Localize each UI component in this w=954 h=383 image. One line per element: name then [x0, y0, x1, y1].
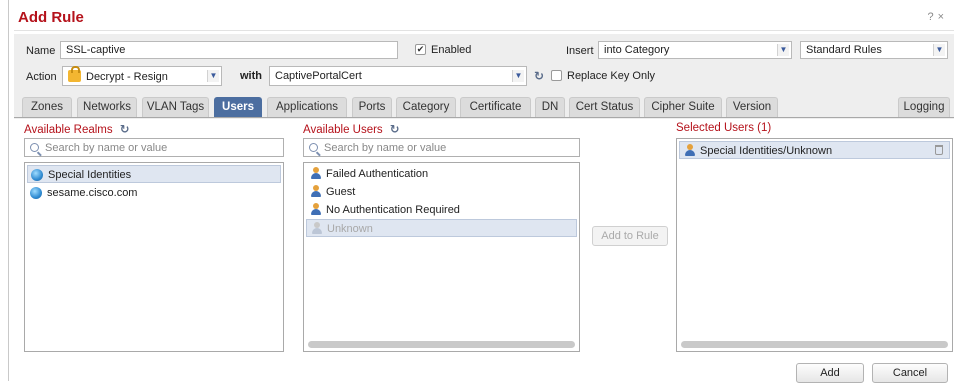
- available-users-label: Available Users: [303, 124, 383, 136]
- tab-vlan-tags[interactable]: VLAN Tags: [142, 97, 209, 117]
- tab-applications[interactable]: Applications: [267, 97, 347, 117]
- tab-networks[interactable]: Networks: [77, 97, 137, 117]
- lock-icon: [68, 66, 81, 82]
- tab-cipher-suite[interactable]: Cipher Suite: [644, 97, 722, 117]
- replace-key-checkbox[interactable]: [551, 70, 562, 81]
- refresh-icon[interactable]: ↻: [534, 69, 544, 83]
- certificate-select[interactable]: CaptivePortalCert ▼: [269, 66, 527, 86]
- dialog-title: Add Rule: [18, 9, 84, 26]
- list-item-label: No Authentication Required: [326, 204, 460, 216]
- replace-key-label: Replace Key Only: [567, 70, 656, 82]
- tab-category[interactable]: Category: [396, 97, 456, 117]
- list-item-guest[interactable]: Guest: [306, 183, 577, 201]
- available-realms-label: Available Realms: [24, 124, 113, 136]
- list-item-label: Unknown: [327, 223, 373, 235]
- realms-list: Special Identities sesame.cisco.com: [24, 162, 284, 352]
- trash-icon[interactable]: [935, 145, 943, 155]
- tab-cert-status[interactable]: Cert Status: [569, 97, 640, 117]
- horizontal-scrollbar[interactable]: [681, 341, 948, 348]
- add-to-rule-button[interactable]: Add to Rule: [592, 226, 668, 246]
- users-list: Failed Authentication Guest No Authentic…: [303, 162, 580, 352]
- cancel-button[interactable]: Cancel: [872, 363, 948, 383]
- refresh-icon[interactable]: ↻: [390, 124, 400, 136]
- name-label: Name: [26, 45, 56, 57]
- user-icon: [684, 144, 696, 157]
- list-item-no-authentication-required[interactable]: No Authentication Required: [306, 201, 577, 219]
- list-item-label: sesame.cisco.com: [47, 187, 138, 199]
- users-search-placeholder: Search by name or value: [324, 142, 447, 154]
- list-item-sesame-cisco[interactable]: sesame.cisco.com: [27, 184, 281, 202]
- tab-version[interactable]: Version: [726, 97, 778, 117]
- chevron-down-icon: ▼: [777, 44, 789, 56]
- user-icon: [311, 222, 323, 235]
- users-search-input[interactable]: Search by name or value: [303, 138, 580, 157]
- selected-users-list: Special Identities/Unknown: [676, 138, 953, 352]
- help-icon[interactable]: ?: [927, 11, 937, 23]
- tab-zones[interactable]: Zones: [22, 97, 72, 117]
- left-border: [8, 0, 9, 381]
- tab-underline: [14, 117, 954, 118]
- header-icons: ?×: [927, 11, 948, 23]
- tab-ports[interactable]: Ports: [352, 97, 392, 117]
- close-icon[interactable]: ×: [938, 11, 948, 23]
- add-button[interactable]: Add: [796, 363, 864, 383]
- user-icon: [310, 185, 322, 198]
- search-icon: [30, 143, 39, 152]
- available-users-title: Available Users ↻: [303, 122, 400, 136]
- header-divider: [14, 30, 954, 31]
- available-realms-title: Available Realms ↻: [24, 122, 129, 136]
- chevron-down-icon: ▼: [933, 44, 945, 56]
- certificate-value: CaptivePortalCert: [275, 70, 362, 82]
- list-item-label: Special Identities/Unknown: [700, 145, 833, 157]
- list-item-failed-authentication[interactable]: Failed Authentication: [306, 165, 577, 183]
- chevron-down-icon: ▼: [207, 70, 219, 82]
- tab-users[interactable]: Users: [214, 97, 262, 117]
- action-value: Decrypt - Resign: [86, 71, 168, 83]
- category-select[interactable]: Standard Rules ▼: [800, 41, 948, 59]
- insert-value: into Category: [604, 44, 670, 56]
- chevron-down-icon: ▼: [512, 70, 524, 82]
- horizontal-scrollbar[interactable]: [308, 341, 575, 348]
- search-icon: [309, 143, 318, 152]
- user-icon: [310, 167, 322, 180]
- action-select[interactable]: Decrypt - Resign ▼: [62, 66, 222, 86]
- user-icon: [310, 203, 322, 216]
- tab-logging[interactable]: Logging: [898, 97, 950, 117]
- globe-icon: [31, 169, 43, 181]
- tab-certificate[interactable]: Certificate: [460, 97, 531, 117]
- realms-search-placeholder: Search by name or value: [45, 142, 168, 154]
- refresh-icon[interactable]: ↻: [120, 124, 130, 136]
- list-item-label: Special Identities: [48, 169, 132, 181]
- insert-select[interactable]: into Category ▼: [598, 41, 792, 59]
- globe-icon: [30, 187, 42, 199]
- list-item-label: Failed Authentication: [326, 168, 429, 180]
- list-item-special-identities[interactable]: Special Identities: [27, 165, 281, 183]
- with-label: with: [240, 70, 262, 82]
- list-item-label: Guest: [326, 186, 356, 198]
- action-label: Action: [26, 71, 57, 83]
- enabled-checkbox[interactable]: ✔: [415, 44, 426, 55]
- category-value: Standard Rules: [806, 44, 882, 56]
- realms-search-input[interactable]: Search by name or value: [24, 138, 284, 157]
- enabled-label: Enabled: [431, 44, 472, 56]
- insert-label: Insert: [566, 45, 594, 57]
- selected-users-title: Selected Users (1): [676, 122, 772, 134]
- name-input[interactable]: SSL-captive: [60, 41, 398, 59]
- list-item-unknown: Unknown: [306, 219, 577, 237]
- list-item-special-identities-unknown[interactable]: Special Identities/Unknown: [679, 141, 950, 159]
- tab-dn[interactable]: DN: [535, 97, 565, 117]
